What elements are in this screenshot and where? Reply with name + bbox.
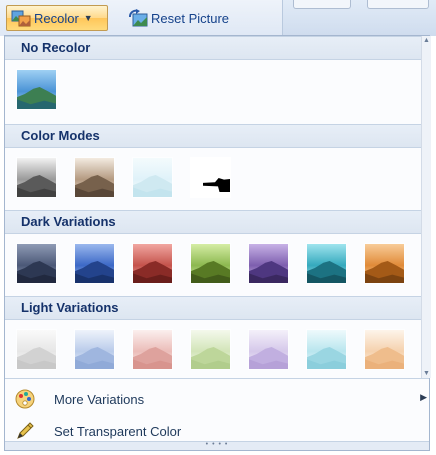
dark-orange-thumb[interactable] xyxy=(364,243,405,284)
thumbnail-row xyxy=(5,148,421,208)
washout-thumb[interactable] xyxy=(132,157,173,198)
light-purple-thumb[interactable] xyxy=(248,329,289,370)
dark-blue-thumb[interactable] xyxy=(74,243,115,284)
light-aqua-thumb[interactable] xyxy=(306,329,347,370)
reset-picture-label: Reset Picture xyxy=(151,10,230,26)
thumbnail-row xyxy=(5,234,421,294)
dark-blue-gray-thumb[interactable] xyxy=(16,243,57,284)
thumbnail-row xyxy=(5,320,421,380)
no-recolor-thumb[interactable] xyxy=(16,69,57,110)
recolor-icon xyxy=(11,9,31,27)
light-orange-thumb[interactable] xyxy=(364,329,405,370)
more-variations-label: More Variations xyxy=(54,391,145,407)
section-header: No Recolor xyxy=(5,36,421,60)
pen-icon xyxy=(14,420,36,442)
light-green-thumb[interactable] xyxy=(190,329,231,370)
reset-picture-icon xyxy=(128,9,148,27)
recolor-label: Recolor xyxy=(34,10,79,26)
dark-purple-thumb[interactable] xyxy=(248,243,289,284)
reset-picture-button[interactable]: Reset Picture xyxy=(124,5,274,31)
scroll-up-icon[interactable]: ▲ xyxy=(422,37,431,44)
ribbon-strip: Recolor ▼ Reset Picture xyxy=(0,0,436,36)
black-and-white-thumb[interactable] xyxy=(190,157,231,198)
thumbnail-row xyxy=(5,60,421,120)
color-palette-icon xyxy=(14,388,36,410)
recolor-gallery: No Recolor Color Modes Dark Variations Ligh… xyxy=(5,36,421,378)
grayscale-thumb[interactable] xyxy=(16,157,57,198)
more-variations-menu-item[interactable]: More Variations ▶ xyxy=(5,384,429,414)
set-transparent-color-label: Set Transparent Color xyxy=(54,423,182,439)
chevron-down-icon: ▼ xyxy=(83,13,93,23)
recolor-dropdown: No Recolor Color Modes Dark Variations Ligh… xyxy=(4,35,431,451)
ribbon-control-stub xyxy=(293,0,351,9)
dark-green-thumb[interactable] xyxy=(190,243,231,284)
ribbon-control-stub xyxy=(367,0,429,9)
scroll-down-icon[interactable]: ▼ xyxy=(422,370,431,377)
sepia-thumb[interactable] xyxy=(74,157,115,198)
gallery-scrollbar[interactable]: ▲ ▼ xyxy=(421,36,431,378)
dark-red-thumb[interactable] xyxy=(132,243,173,284)
menu-divider xyxy=(5,378,429,379)
ribbon-background-right xyxy=(282,0,436,36)
section-header: Color Modes xyxy=(5,124,421,148)
dark-aqua-thumb[interactable] xyxy=(306,243,347,284)
submenu-arrow-icon: ▶ xyxy=(420,392,427,402)
light-red-thumb[interactable] xyxy=(132,329,173,370)
section-header: Dark Variations xyxy=(5,210,421,234)
resize-grip[interactable]: • • • • xyxy=(5,441,429,450)
section-header: Light Variations xyxy=(5,296,421,320)
light-blue-thumb[interactable] xyxy=(74,329,115,370)
light-gray-thumb[interactable] xyxy=(16,329,57,370)
recolor-button[interactable]: Recolor ▼ xyxy=(6,5,108,31)
